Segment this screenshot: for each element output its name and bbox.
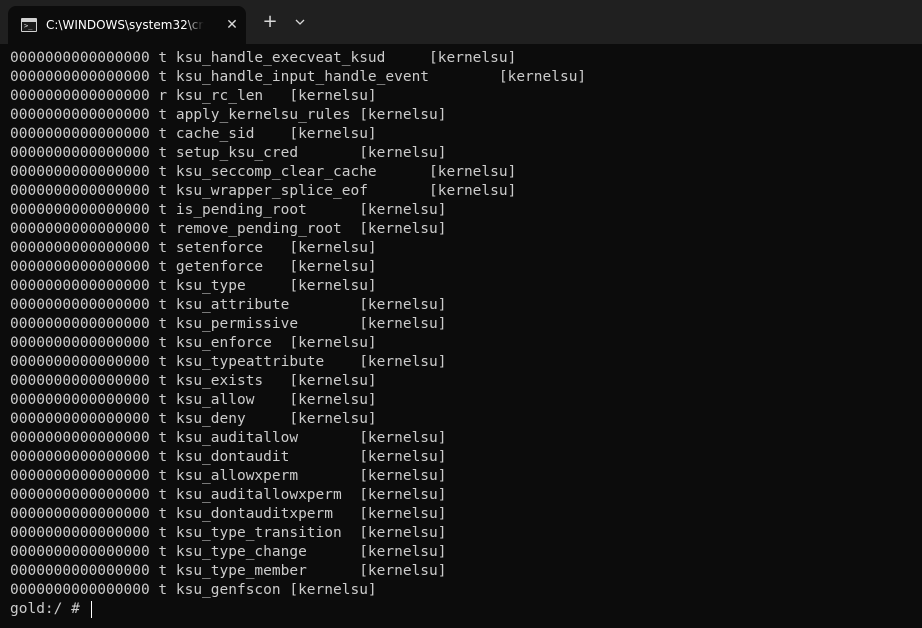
output-line: 0000000000000000 t ksu_seccomp_clear_cac… (10, 164, 517, 180)
output-line: 0000000000000000 t ksu_dontaudit [kernel… (10, 449, 447, 465)
terminal-output[interactable]: 0000000000000000 t ksu_handle_execveat_k… (10, 49, 915, 624)
output-line: 0000000000000000 t ksu_dontauditxperm [k… (10, 506, 447, 522)
output-line: 0000000000000000 t ksu_auditallowxperm [… (10, 487, 447, 503)
output-line: 0000000000000000 t setup_ksu_cred [kerne… (10, 145, 447, 161)
title-bar: >_ C:\WINDOWS\system32\cmd.exe ✕ + (0, 0, 922, 44)
output-line: 0000000000000000 t remove_pending_root [… (10, 221, 447, 237)
output-line: 0000000000000000 t ksu_type [kernelsu] (10, 278, 377, 294)
output-line: 0000000000000000 t getenforce [kernelsu] (10, 259, 377, 275)
output-line: 0000000000000000 t ksu_exists [kernelsu] (10, 373, 377, 389)
output-line: 0000000000000000 t ksu_type_transition [… (10, 525, 447, 541)
text-cursor (90, 601, 92, 618)
output-line: 0000000000000000 t ksu_handle_execveat_k… (10, 50, 517, 66)
output-line: 0000000000000000 t apply_kernelsu_rules … (10, 107, 447, 123)
close-tab-icon[interactable]: ✕ (222, 15, 242, 35)
output-line: 0000000000000000 t ksu_enforce [kernelsu… (10, 335, 377, 351)
output-line: 0000000000000000 t ksu_allowxperm [kerne… (10, 468, 447, 484)
output-line: 0000000000000000 t ksu_genfscon [kernels… (10, 582, 377, 598)
output-lines: 0000000000000000 t ksu_handle_execveat_k… (10, 49, 915, 600)
output-line: 0000000000000000 t is_pending_root [kern… (10, 202, 447, 218)
shell-prompt: gold:/ # (10, 601, 89, 617)
tab-title: C:\WINDOWS\system32\cmd.exe (46, 18, 204, 32)
output-line: 0000000000000000 t ksu_handle_input_hand… (10, 69, 587, 85)
output-line: 0000000000000000 r ksu_rc_len [kernelsu] (10, 88, 377, 104)
output-line: 0000000000000000 t ksu_type_member [kern… (10, 563, 447, 579)
output-line: 0000000000000000 t ksu_auditallow [kerne… (10, 430, 447, 446)
new-tab-button[interactable]: + (260, 12, 280, 32)
output-line: 0000000000000000 t ksu_deny [kernelsu] (10, 411, 377, 427)
output-line: 0000000000000000 t ksu_typeattribute [ke… (10, 354, 447, 370)
output-line: 0000000000000000 t ksu_allow [kernelsu] (10, 392, 377, 408)
output-line: 0000000000000000 t ksu_attribute [kernel… (10, 297, 447, 313)
terminal-app-icon: >_ (21, 18, 37, 32)
output-line: 0000000000000000 t ksu_permissive [kerne… (10, 316, 447, 332)
output-line: 0000000000000000 t cache_sid [kernelsu] (10, 126, 377, 142)
output-line: 0000000000000000 t setenforce [kernelsu] (10, 240, 377, 256)
output-line: 0000000000000000 t ksu_wrapper_splice_eo… (10, 183, 517, 199)
output-line: 0000000000000000 t ksu_type_change [kern… (10, 544, 447, 560)
prompt-line[interactable]: gold:/ # (10, 600, 915, 619)
terminal-window: >_ C:\WINDOWS\system32\cmd.exe ✕ + 00000… (0, 0, 922, 628)
chevron-down-icon[interactable] (290, 12, 310, 32)
tab-cmd[interactable]: >_ C:\WINDOWS\system32\cmd.exe ✕ (8, 6, 246, 44)
